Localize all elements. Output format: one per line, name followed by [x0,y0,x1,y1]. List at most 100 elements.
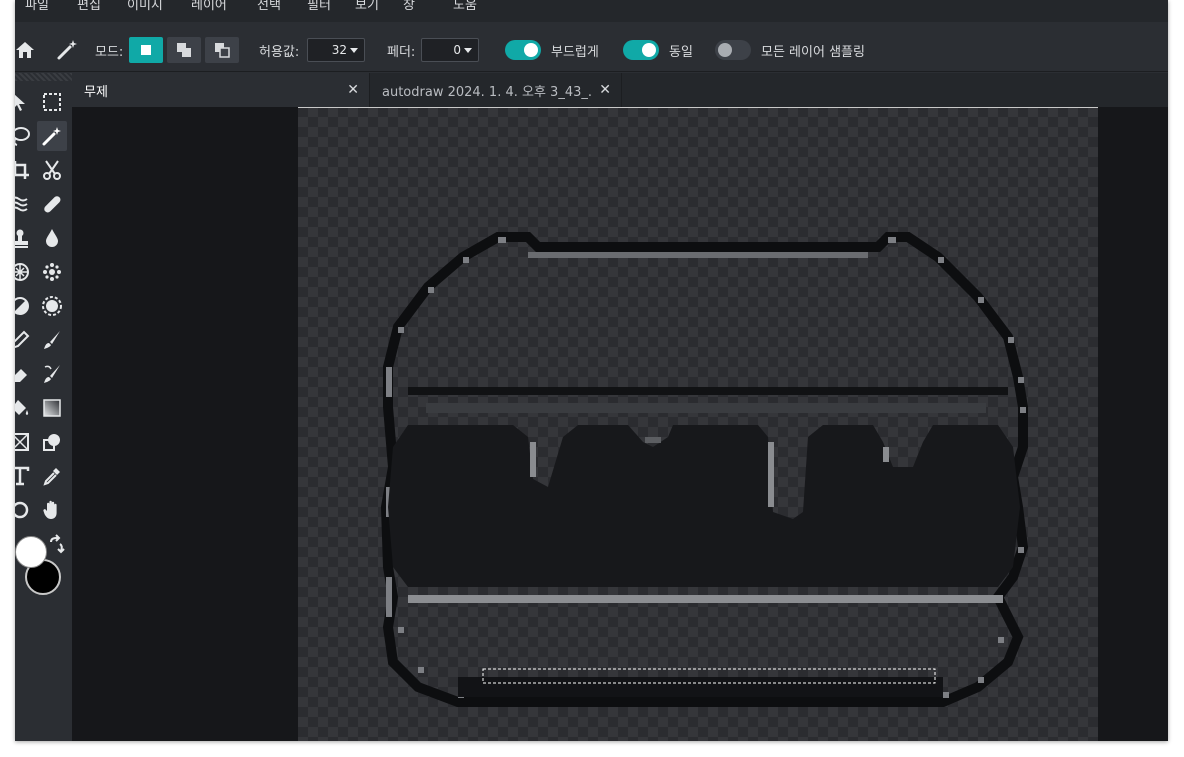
mode-add-selection-button[interactable] [167,37,201,63]
hamburger-drawing [380,232,1029,707]
liquify-icon [15,196,28,212]
color-replace-icon [44,365,60,383]
tolerance-label: 허용값: [259,44,300,60]
tool-brush[interactable] [37,325,67,355]
tool-paint-bucket[interactable] [15,393,35,423]
panel-grip[interactable] [15,73,72,81]
tool-magic-wand[interactable] [37,121,67,151]
menu-file[interactable]: 파일 [25,0,49,13]
tool-sponge[interactable] [15,257,35,287]
menu-edit[interactable]: 편집 [77,0,101,13]
ellipse-icon [15,501,29,519]
tool-eraser[interactable] [15,359,35,389]
chevron-down-icon [464,47,472,53]
tool-dodge[interactable] [15,291,35,321]
eraser-icon [15,369,27,382]
smooth-label: 부드럽게 [551,44,599,60]
tool-clone-stamp[interactable] [15,223,35,253]
tab-untitled[interactable]: 무제 ✕ [72,73,370,107]
clip-icon [43,434,60,451]
tool-gradient[interactable] [37,393,67,423]
contiguous-toggle[interactable] [623,40,659,60]
tool-frame[interactable] [15,427,35,457]
square-icon [141,45,151,55]
document-canvas[interactable] [298,107,1098,741]
marquee-icon [43,93,61,111]
close-icon[interactable]: ✕ [599,82,611,98]
menu-layer[interactable]: 레이어 [191,0,227,13]
crop-icon [15,161,29,179]
tool-slice[interactable] [37,155,67,185]
contiguous-label: 동일 [669,44,693,60]
type-icon [15,466,30,486]
union-icon [177,43,191,57]
mode-subtract-selection-button[interactable] [205,37,239,63]
canvas-top-edge [298,107,1098,108]
subtract-icon [215,43,230,58]
move-icon [15,94,25,111]
clone-stamp-icon [15,229,28,248]
tool-sharpen[interactable] [37,291,67,321]
tool-move[interactable] [15,87,35,117]
current-tool-indicator[interactable] [55,28,79,72]
dodge-icon [15,297,29,315]
tool-pencil[interactable] [15,325,35,355]
tool-liquify[interactable] [15,189,35,219]
document-tabs: 무제 ✕ autodraw 2024. 1. 4. 오후 3_43_... ✕ [72,73,1168,107]
menu-bar: 파일 편집 이미지 레이어 선택 필터 보기 창 도움 [15,0,1168,22]
tool-clip[interactable] [37,427,67,457]
tools-panel [15,73,72,741]
menu-image[interactable]: 이미지 [127,0,163,13]
menu-select[interactable]: 선택 [257,0,281,13]
swap-arrows-icon [50,534,65,554]
tool-eyedropper[interactable] [37,461,67,491]
magic-wand-icon [42,127,61,146]
sample-all-layers-toggle[interactable] [715,40,751,60]
menu-filter[interactable]: 필터 [307,0,331,13]
lasso-icon [15,127,30,146]
tool-spot-heal[interactable] [37,257,67,287]
hand-icon [43,500,57,519]
foreground-color-swatch[interactable] [15,536,47,568]
tool-lasso[interactable] [15,121,35,151]
shape-icon [15,433,29,451]
scissors-icon [43,160,61,180]
pencil-icon [15,330,30,349]
blur-drop-icon [46,229,58,247]
close-icon[interactable]: ✕ [347,82,359,98]
mode-label: 모드: [95,44,124,60]
tool-hand[interactable] [37,495,67,525]
tool-healing[interactable] [37,189,67,219]
tool-color-replace[interactable] [37,359,67,389]
feather-value: 0 [453,43,461,57]
brush-icon [44,331,60,349]
menu-window[interactable]: 창 [403,0,415,13]
tolerance-value: 32 [331,43,347,57]
tool-marquee[interactable] [37,87,67,117]
photopea-window: 파일 편집 이미지 레이어 선택 필터 보기 창 도움 모드: 허용값: 32 … [15,0,1168,741]
sponge-icon [15,263,29,281]
tool-crop[interactable] [15,155,35,185]
chevron-down-icon [350,47,358,53]
menu-help[interactable]: 도움 [453,0,477,13]
tool-blur[interactable] [37,223,67,253]
spot-heal-icon [43,263,61,281]
feather-dropdown[interactable]: 0 [421,38,479,62]
menu-view[interactable]: 보기 [355,0,379,13]
tool-type[interactable] [15,461,35,491]
gradient-icon [43,399,61,417]
sharpen-icon [42,296,62,316]
smooth-toggle[interactable] [505,40,541,60]
home-button[interactable] [15,28,35,72]
workspace[interactable] [72,107,1168,741]
mode-new-selection-button[interactable] [129,37,163,63]
healing-bandage-icon [44,196,61,213]
tool-options-bar: 모드: 허용값: 32 페더: 0 부드럽게 동일 모든 레이어 샘플링 [15,28,1168,72]
home-icon [16,42,34,58]
swap-colors-button[interactable] [45,533,69,557]
tolerance-dropdown[interactable]: 32 [307,38,365,62]
tool-ellipse[interactable] [15,495,35,525]
tab-title: autodraw 2024. 1. 4. 오후 3_43_... [382,84,592,100]
paint-bucket-icon [15,400,29,415]
tab-autodraw[interactable]: autodraw 2024. 1. 4. 오후 3_43_... ✕ [370,73,622,107]
